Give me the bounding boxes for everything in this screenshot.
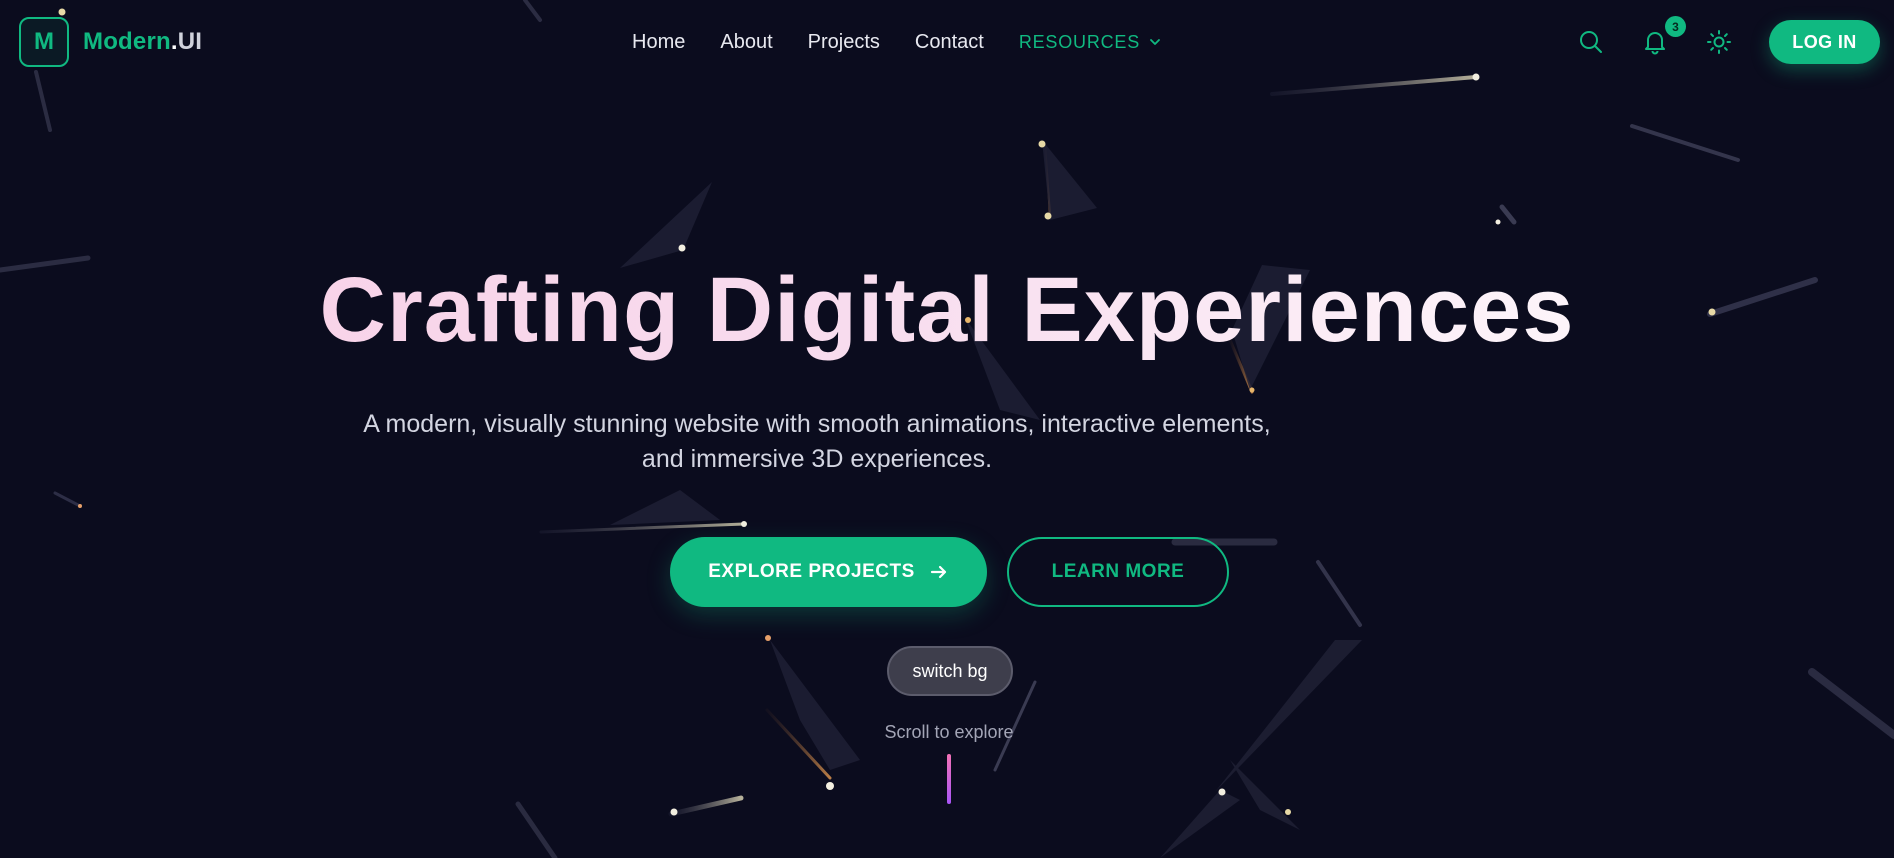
switch-bg-button[interactable]: switch bg [887, 646, 1013, 696]
brand-name-dot: . [170, 28, 178, 55]
theme-toggle[interactable] [1705, 28, 1733, 56]
learn-more-button[interactable]: LEARN MORE [1007, 537, 1229, 607]
scroll-indicator [947, 754, 951, 804]
logo: M [19, 17, 69, 67]
site-header: M Modern.UI Home About Projects Contact … [0, 0, 1894, 84]
sun-icon [1707, 30, 1731, 54]
notification-badge: 3 [1665, 16, 1686, 37]
nav-item-projects[interactable]: Projects [808, 31, 880, 54]
nav-item-resources[interactable]: RESOURCES [1019, 32, 1162, 53]
hero-title: Crafting Digital Experiences [0, 258, 1894, 363]
brand-name-part1: Modern [83, 28, 171, 55]
logo-letter: M [34, 28, 54, 55]
explore-projects-label: EXPLORE PROJECTS [708, 561, 915, 582]
search-icon [1580, 31, 1602, 53]
arrow-right-icon [930, 565, 946, 579]
hero-subtitle: A modern, visually stunning website with… [363, 410, 1271, 473]
chevron-down-icon [1150, 39, 1160, 45]
bell-icon [1645, 32, 1665, 55]
scroll-hint: Scroll to explore [884, 722, 1014, 742]
brand-name: Modern.UI [83, 28, 202, 56]
brand-name-part2: UI [177, 28, 203, 55]
nav-item-contact[interactable]: Contact [915, 31, 984, 54]
header-actions: 3 LOG IN [1577, 16, 1880, 64]
nav-item-home[interactable]: Home [632, 31, 685, 54]
notifications-button[interactable]: 3 [1641, 16, 1686, 56]
main-nav: Home About Projects Contact RESOURCES [632, 0, 1162, 84]
nav-item-about[interactable]: About [720, 31, 772, 54]
brand[interactable]: M Modern.UI [19, 17, 202, 67]
resources-label: RESOURCES [1018, 31, 1141, 52]
explore-projects-button[interactable]: EXPLORE PROJECTS [670, 537, 987, 607]
search-button[interactable] [1577, 28, 1605, 56]
login-button[interactable]: LOG IN [1769, 20, 1880, 64]
